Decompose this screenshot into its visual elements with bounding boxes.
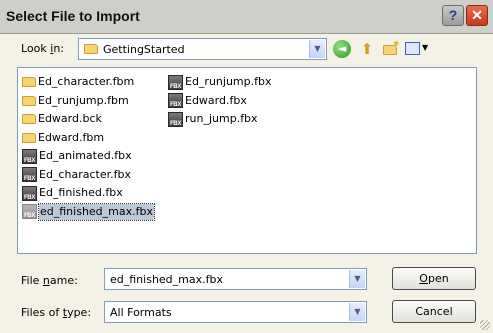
file-item[interactable]: FBX Edward.fbx bbox=[168, 93, 247, 109]
file-item-name: Edward.bck bbox=[38, 112, 102, 125]
views-menu-icon[interactable]: ▼ bbox=[405, 40, 431, 58]
fbx-file-icon: FBX bbox=[22, 185, 37, 201]
file-item[interactable]: Edward.fbm bbox=[22, 130, 104, 146]
open-button[interactable]: Open bbox=[392, 267, 476, 290]
file-item[interactable]: FBX Ed_animated.fbx bbox=[22, 148, 132, 164]
fbx-file-icon: FBX bbox=[22, 204, 37, 219]
file-item-name: ed_finished_max.fbx bbox=[38, 202, 155, 221]
file-item[interactable]: Ed_runjump.fbm bbox=[22, 93, 129, 109]
file-item-name: Ed_character.fbm bbox=[38, 75, 135, 88]
resize-grip[interactable] bbox=[480, 320, 490, 330]
look-in-combo[interactable]: GettingStarted ▼ bbox=[78, 38, 327, 60]
folder-icon bbox=[22, 114, 36, 124]
look-in-label: Look in: bbox=[21, 42, 65, 55]
file-item[interactable]: FBX run_jump.fbx bbox=[168, 111, 258, 127]
cancel-button[interactable]: Cancel bbox=[392, 300, 476, 323]
folder-icon bbox=[22, 95, 36, 106]
file-item-name: Ed_runjump.fbx bbox=[185, 75, 272, 88]
files-of-type-label: Files of type: bbox=[21, 306, 92, 319]
file-name-input[interactable]: ed_finished_max.fbx ▼ bbox=[104, 268, 367, 290]
file-item-name: Ed_finished.fbx bbox=[39, 186, 123, 199]
chevron-down-icon[interactable]: ▼ bbox=[309, 40, 325, 58]
files-of-type-select[interactable]: All Formats ▼ bbox=[104, 301, 367, 323]
file-item-name: Ed_character.fbx bbox=[39, 167, 131, 181]
file-item-name: run_jump.fbx bbox=[185, 112, 258, 125]
file-item-name: Edward.fbx bbox=[185, 93, 247, 107]
file-list[interactable]: Ed_character.fbm Ed_runjump.fbm Edward.bck… bbox=[17, 67, 477, 254]
file-item[interactable]: Ed_character.fbm bbox=[22, 74, 134, 90]
fbx-file-icon: FBX bbox=[22, 148, 37, 164]
back-icon[interactable]: ◄ bbox=[333, 40, 351, 58]
file-item[interactable]: FBX Ed_runjump.fbx bbox=[168, 74, 272, 90]
fbx-file-icon: FBX bbox=[168, 74, 183, 90]
file-name-label: File name: bbox=[21, 274, 78, 287]
fbx-file-icon: FBX bbox=[168, 93, 183, 108]
chevron-down-icon[interactable]: ▼ bbox=[349, 270, 365, 288]
new-folder-icon[interactable]: ✶ bbox=[382, 39, 400, 58]
fbx-file-icon: FBX bbox=[22, 167, 37, 182]
title-bar[interactable]: Select File to Import ? ✕ bbox=[0, 0, 493, 34]
help-button[interactable]: ? bbox=[442, 5, 464, 26]
fbx-file-icon: FBX bbox=[168, 111, 183, 127]
file-item[interactable]: FBX Ed_finished.fbx bbox=[22, 185, 123, 201]
folder-icon bbox=[84, 44, 98, 54]
chevron-down-icon[interactable]: ▼ bbox=[349, 303, 365, 321]
folder-icon bbox=[22, 77, 36, 87]
look-in-value: GettingStarted bbox=[103, 43, 185, 56]
file-item[interactable]: FBX ed_finished_max.fbx bbox=[22, 202, 155, 221]
file-item[interactable]: FBX Ed_character.fbx bbox=[22, 167, 131, 183]
file-name-value[interactable]: ed_finished_max.fbx bbox=[110, 273, 223, 286]
window-title: Select File to Import bbox=[6, 8, 140, 24]
files-of-type-value: All Formats bbox=[110, 306, 172, 319]
file-item[interactable]: Edward.bck bbox=[22, 111, 102, 127]
file-item-name: Edward.fbm bbox=[38, 130, 105, 144]
up-folder-icon[interactable]: ⬆ bbox=[358, 40, 376, 58]
file-item-name: Ed_animated.fbx bbox=[39, 149, 132, 162]
close-button[interactable]: ✕ bbox=[466, 5, 488, 26]
file-item-name: Ed_runjump.fbm bbox=[38, 93, 129, 107]
folder-icon bbox=[22, 132, 36, 143]
